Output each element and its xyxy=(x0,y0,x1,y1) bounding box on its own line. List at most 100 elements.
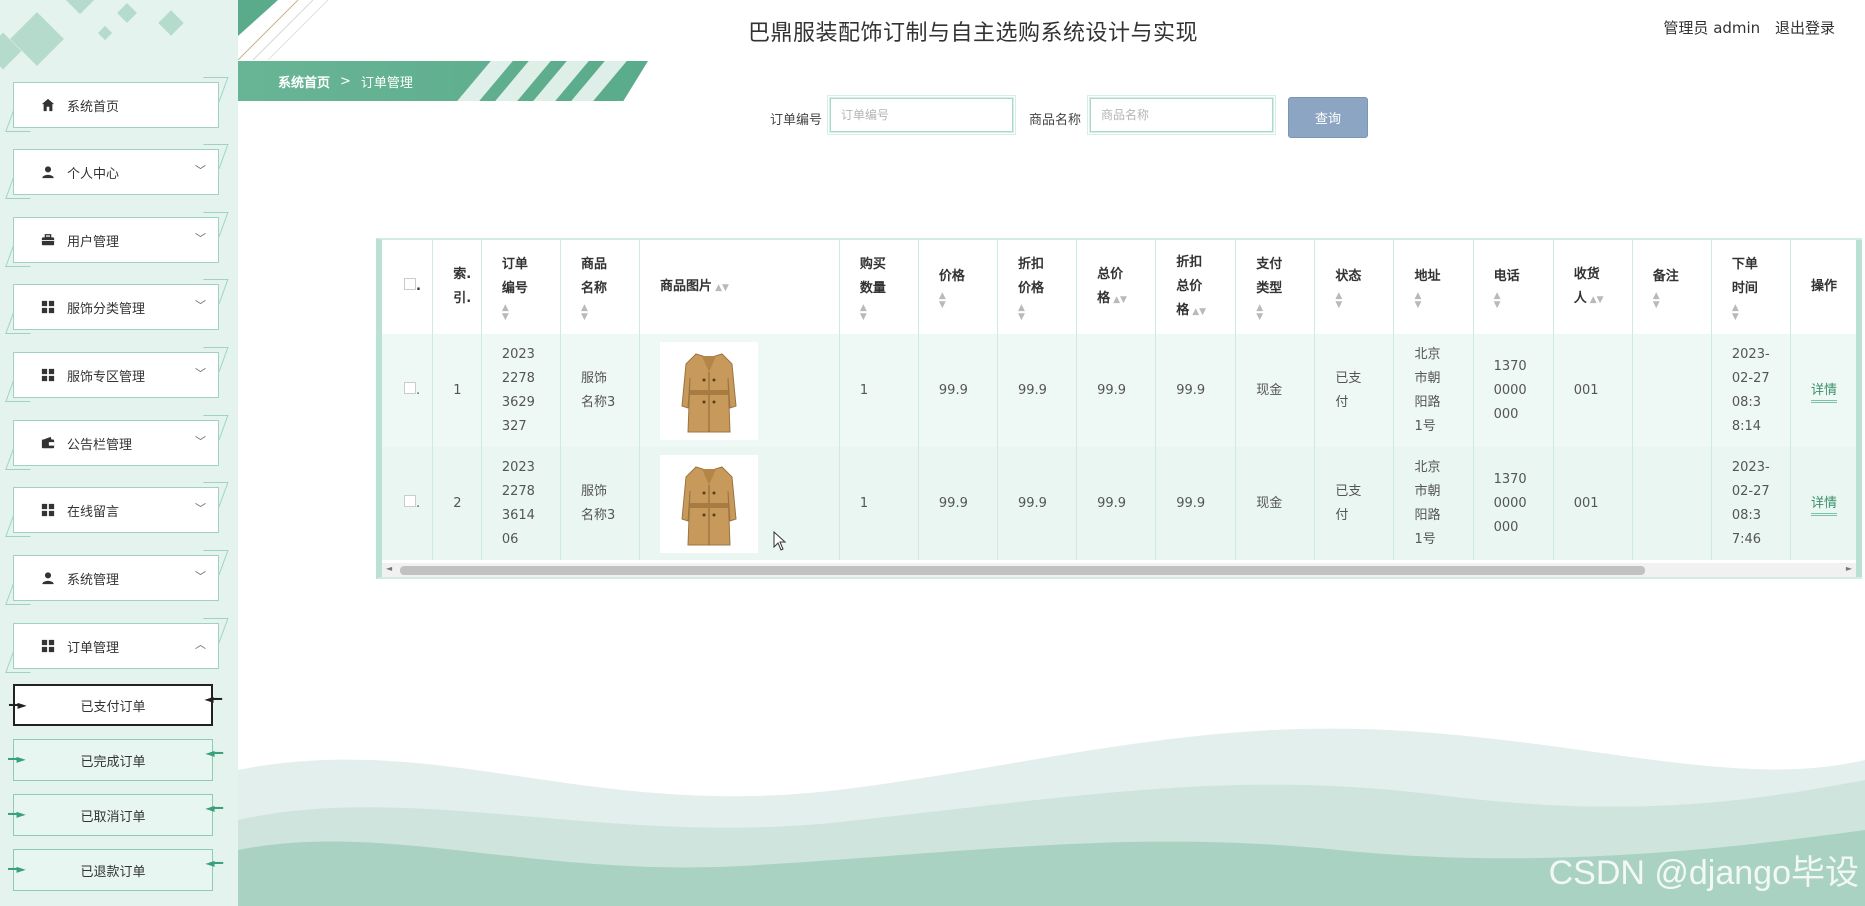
cell-remark xyxy=(1632,334,1712,447)
sidebar-item-label: 个人中心 xyxy=(67,166,120,182)
table-row[interactable]: . 2 2023 2278 3614 06 服饰 名称3 1 99.9 99.9… xyxy=(382,447,1862,560)
header-product-image[interactable]: 商品图片 ▲▼ xyxy=(639,240,840,334)
sidebar-subitem-completed-orders[interactable]: ━━► 已完成订单 ◄━━ xyxy=(8,739,223,781)
table-row[interactable]: . 1 2023 2278 3629 327 服饰 名称3 1 99.9 99.… xyxy=(382,334,1862,447)
decorative-square xyxy=(65,0,95,15)
decorative-square xyxy=(117,3,137,23)
header-index: 索. 引. xyxy=(432,240,482,334)
sidebar-item-label: 系统首页 xyxy=(67,99,120,115)
header-order-time[interactable]: 下单 时间 ▲ ▼ xyxy=(1711,240,1791,334)
sidebar-item-home[interactable]: 系统首页 xyxy=(13,82,219,128)
sidebar-subitem-paid-orders[interactable]: ━━► 已支付订单 ◄━━ xyxy=(9,684,222,726)
grid-icon xyxy=(41,300,55,314)
sidebar-subitem-label: 已退款订单 xyxy=(80,864,146,880)
header-status[interactable]: 状态 ▲ ▼ xyxy=(1314,240,1395,334)
cell-index: 2 xyxy=(432,447,482,560)
orders-table: . 索. 引. 订单 编号 ▲ ▼ 商品 名称 ▲ ▼ 商品图片 ▲▼ 购买 数量 ▲ ▼ 价格 ▲ ▼ … xyxy=(376,238,1862,579)
sidebar-item-order-management[interactable]: 订单管理 ︿ xyxy=(13,623,219,669)
sidebar-subitem-label: 已完成订单 xyxy=(80,754,146,770)
sort-icon: ▲▼ xyxy=(1493,290,1501,310)
sidebar-item-label: 系统管理 xyxy=(67,572,120,588)
row-checkbox-cell[interactable]: . xyxy=(382,447,434,560)
user-area: 管理员 admin 退出登录 xyxy=(1653,17,1835,38)
query-button[interactable]: 查询 xyxy=(1288,97,1368,138)
sidebar-subitem-label: 已取消订单 xyxy=(80,809,146,825)
sort-icon: ▲▼ xyxy=(580,302,588,322)
sort-icon: ▲▼ xyxy=(1018,302,1025,322)
cell-order-no: 2023 2278 3614 06 xyxy=(481,447,561,560)
header-order-no[interactable]: 订单 编号 ▲ ▼ xyxy=(481,240,561,334)
coat-image xyxy=(660,341,759,440)
cell-index: 1 xyxy=(432,334,482,447)
scroll-thumb[interactable] xyxy=(400,566,1645,575)
chevron-down-icon: ﹀ xyxy=(195,435,206,448)
user-icon xyxy=(41,165,55,179)
header-pay-type[interactable]: 支付 类型 ▲ ▼ xyxy=(1235,240,1316,334)
decorative-square xyxy=(10,12,64,66)
detail-link[interactable]: 详情 xyxy=(1810,382,1837,403)
header-phone[interactable]: 电话 ▲ ▼ xyxy=(1473,240,1554,334)
header-select-all[interactable]: . xyxy=(382,240,434,334)
checkbox[interactable] xyxy=(404,494,416,507)
header-discount-price[interactable]: 折扣 价格 ▲ ▼ xyxy=(997,240,1078,334)
header-quantity[interactable]: 购买 数量 ▲ ▼ xyxy=(839,240,919,334)
header-address[interactable]: 地址 ▲ ▼ xyxy=(1393,240,1474,334)
cell-status: 已支付 xyxy=(1314,447,1395,560)
header-discount-total[interactable]: 折扣 总价格 ▲▼ xyxy=(1155,240,1237,334)
breadcrumb-home[interactable]: 系统首页 xyxy=(278,72,330,91)
product-name-input[interactable] xyxy=(1087,95,1276,135)
header-total-price[interactable]: 总价格 ▲▼ xyxy=(1076,240,1157,334)
header-receiver[interactable]: 收货人 ▲▼ xyxy=(1553,240,1633,334)
detail-link[interactable]: 详情 xyxy=(1810,495,1837,516)
sidebar-subitem-refunded-orders[interactable]: ━━► 已退款订单 ◄━━ xyxy=(8,849,223,891)
cell-order-time: 2023- 02-27 08:3 7:46 xyxy=(1711,447,1791,560)
scroll-right-icon[interactable]: ► xyxy=(1846,564,1852,573)
sidebar-subitem-cancelled-orders[interactable]: ━━► 已取消订单 ◄━━ xyxy=(8,794,223,836)
cell-price: 99.9 xyxy=(918,447,999,560)
sidebar-item-label: 服饰专区管理 xyxy=(67,369,146,385)
cell-receiver: 001 xyxy=(1553,447,1633,560)
sort-icon: ▲▼ xyxy=(1256,302,1264,322)
sidebar-item-label: 在线留言 xyxy=(67,504,120,520)
cell-quantity: 1 xyxy=(839,334,919,447)
row-checkbox-cell[interactable]: . xyxy=(382,334,434,447)
logout-link[interactable]: 退出登录 xyxy=(1775,19,1835,37)
user-label: 管理员 admin xyxy=(1663,19,1761,37)
breadcrumb-current: 订单管理 xyxy=(360,75,413,91)
sidebar-item-user-management[interactable]: 用户管理 ﹀ xyxy=(13,217,219,263)
checkbox[interactable] xyxy=(404,381,416,394)
checkbox[interactable] xyxy=(404,278,416,290)
briefcase-icon xyxy=(41,233,55,247)
sidebar-item-label: 订单管理 xyxy=(67,640,120,656)
cell-receiver: 001 xyxy=(1553,334,1633,447)
sort-icon: ▲▼ xyxy=(1113,294,1127,305)
chevron-down-icon: ﹀ xyxy=(195,299,206,312)
page-title: 巴鼎服装配饰订制与自主选购系统设计与实现 xyxy=(748,21,1199,46)
sort-icon: ▲▼ xyxy=(1414,290,1422,310)
sidebar-item-notice-management[interactable]: 公告栏管理 ﹀ xyxy=(13,420,219,466)
header-product-name[interactable]: 商品 名称 ▲ ▼ xyxy=(560,240,641,334)
horizontal-scrollbar[interactable]: ◄ ► xyxy=(382,563,1862,577)
coat-icon xyxy=(681,352,737,432)
arrow-right-icon: ━━► xyxy=(8,752,26,766)
cell-address: 北京 市朝 阳路 1号 xyxy=(1393,334,1474,447)
coat-image xyxy=(660,454,759,553)
cell-status: 已支付 xyxy=(1314,334,1395,447)
header-decoration xyxy=(238,0,329,60)
chevron-down-icon: ﹀ xyxy=(195,367,206,380)
header-remark[interactable]: 备注 ▲ ▼ xyxy=(1632,240,1712,334)
scroll-left-icon[interactable]: ◄ xyxy=(386,564,392,573)
cell-order-time: 2023- 02-27 08:3 8:14 xyxy=(1711,334,1791,447)
sidebar-item-zone-management[interactable]: 服饰专区管理 ﹀ xyxy=(13,352,219,398)
sidebar-item-category-management[interactable]: 服饰分类管理 ﹀ xyxy=(13,284,219,330)
header-price[interactable]: 价格 ▲ ▼ xyxy=(918,240,999,334)
sort-icon: ▲▼ xyxy=(501,302,509,322)
arrow-left-icon: ◄━━ xyxy=(205,801,223,815)
user-icon xyxy=(41,571,55,585)
order-no-label: 订单编号 xyxy=(770,113,823,128)
sidebar-item-personal-center[interactable]: 个人中心 ﹀ xyxy=(13,149,219,195)
order-no-input[interactable] xyxy=(827,95,1016,135)
chevron-up-icon: ︿ xyxy=(195,638,206,651)
sidebar-item-messages[interactable]: 在线留言 ﹀ xyxy=(13,487,219,533)
sidebar-item-system-management[interactable]: 系统管理 ﹀ xyxy=(13,555,219,601)
